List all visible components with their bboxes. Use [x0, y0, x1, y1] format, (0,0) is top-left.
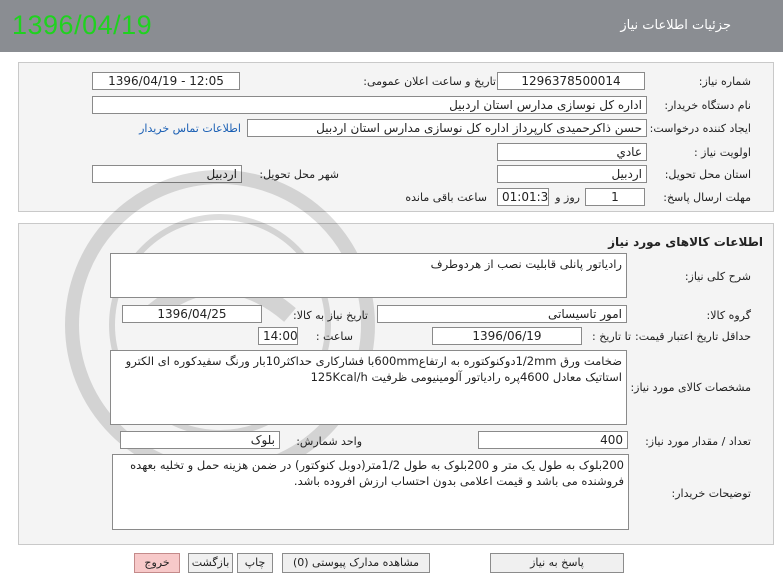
unit-field: بلوک — [120, 431, 280, 449]
buyer-org-label: نام دستگاه خریدار: — [664, 99, 751, 112]
hour-field: 14:00 — [258, 327, 298, 345]
back-button[interactable]: بازگشت — [188, 553, 233, 573]
exit-button[interactable]: خروج — [134, 553, 180, 573]
contact-buyer-link[interactable]: اطلاعات تماس خریدار — [139, 122, 241, 135]
announce-field: 1396/04/19 - 12:05 — [92, 72, 240, 90]
creator-label: ایجاد کننده درخواست: — [649, 122, 751, 135]
hour-label: ساعت : — [315, 330, 353, 343]
announce-label: تاریخ و ساعت اعلان عمومی: — [363, 75, 496, 88]
buyer-org-field: اداره کل نوسازی مدارس استان اردبیل — [92, 96, 647, 114]
need-date-label: تاریخ نیاز به کالا: — [293, 309, 368, 322]
validity-label: حداقل تاریخ اعتبار قیمت: — [635, 330, 751, 343]
province-label: استان محل تحویل: — [664, 168, 751, 181]
days-field: 1 — [585, 188, 645, 206]
attachments-button[interactable]: مشاهده مدارک پیوستی (0) — [282, 553, 430, 573]
header-title: جزئیات اطلاعات نیاز — [620, 18, 731, 33]
specs-field: ضخامت ورق 1/2mmدوکنوکتوره به ارتفاع600mm… — [110, 350, 627, 425]
time-left-label: ساعت باقی مانده — [405, 191, 487, 204]
specs-label: مشخصات کالای مورد نیاز: — [630, 381, 751, 394]
qty-field: 400 — [478, 431, 628, 449]
buyer-notes-field: 200بلوک به طول یک متر و 200بلوک به طول 1… — [112, 454, 629, 530]
summary-field: رادیاتور پانلی قابلیت نصب از هردوطرف — [110, 253, 627, 298]
to-date-field: 1396/06/19 — [432, 327, 582, 345]
deadline-label: مهلت ارسال پاسخ: — [663, 191, 751, 204]
header-date: 1396/04/19 — [12, 10, 153, 40]
group-label: گروه کالا: — [706, 309, 751, 322]
need-date-field: 1396/04/25 — [122, 305, 262, 323]
print-button[interactable]: چاپ — [237, 553, 273, 573]
page-header: 1396/04/19 جزئیات اطلاعات نیاز — [0, 0, 783, 52]
group-field: امور تاسیساتی — [377, 305, 627, 323]
unit-label: واحد شمارش: — [296, 435, 362, 448]
to-date-label: تا تاریخ : — [592, 330, 631, 343]
province-field: اردبیل — [497, 165, 647, 183]
city-field: اردبیل — [92, 165, 242, 183]
buyer-notes-label: توضیحات خریدار: — [671, 487, 752, 500]
need-number-label: شماره نیاز: — [698, 75, 751, 88]
priority-label: اولویت نیاز : — [693, 146, 751, 159]
goods-section-title: اطلاعات کالاهای مورد نیاز — [608, 235, 763, 249]
priority-field: عادي — [497, 143, 647, 161]
need-number-field: 1296378500014 — [497, 72, 645, 90]
reply-button[interactable]: پاسخ به نیاز — [490, 553, 624, 573]
qty-label: تعداد / مقدار مورد نیاز: — [645, 435, 751, 448]
city-label: شهر محل تحویل: — [259, 168, 339, 181]
time-left-field: 01:01:37 — [497, 188, 549, 206]
days-and-label: روز و — [555, 191, 580, 204]
creator-field: حسن ذاکرحمیدی کارپرداز اداره کل نوسازی م… — [247, 119, 647, 137]
summary-label: شرح کلی نیاز: — [684, 270, 751, 283]
